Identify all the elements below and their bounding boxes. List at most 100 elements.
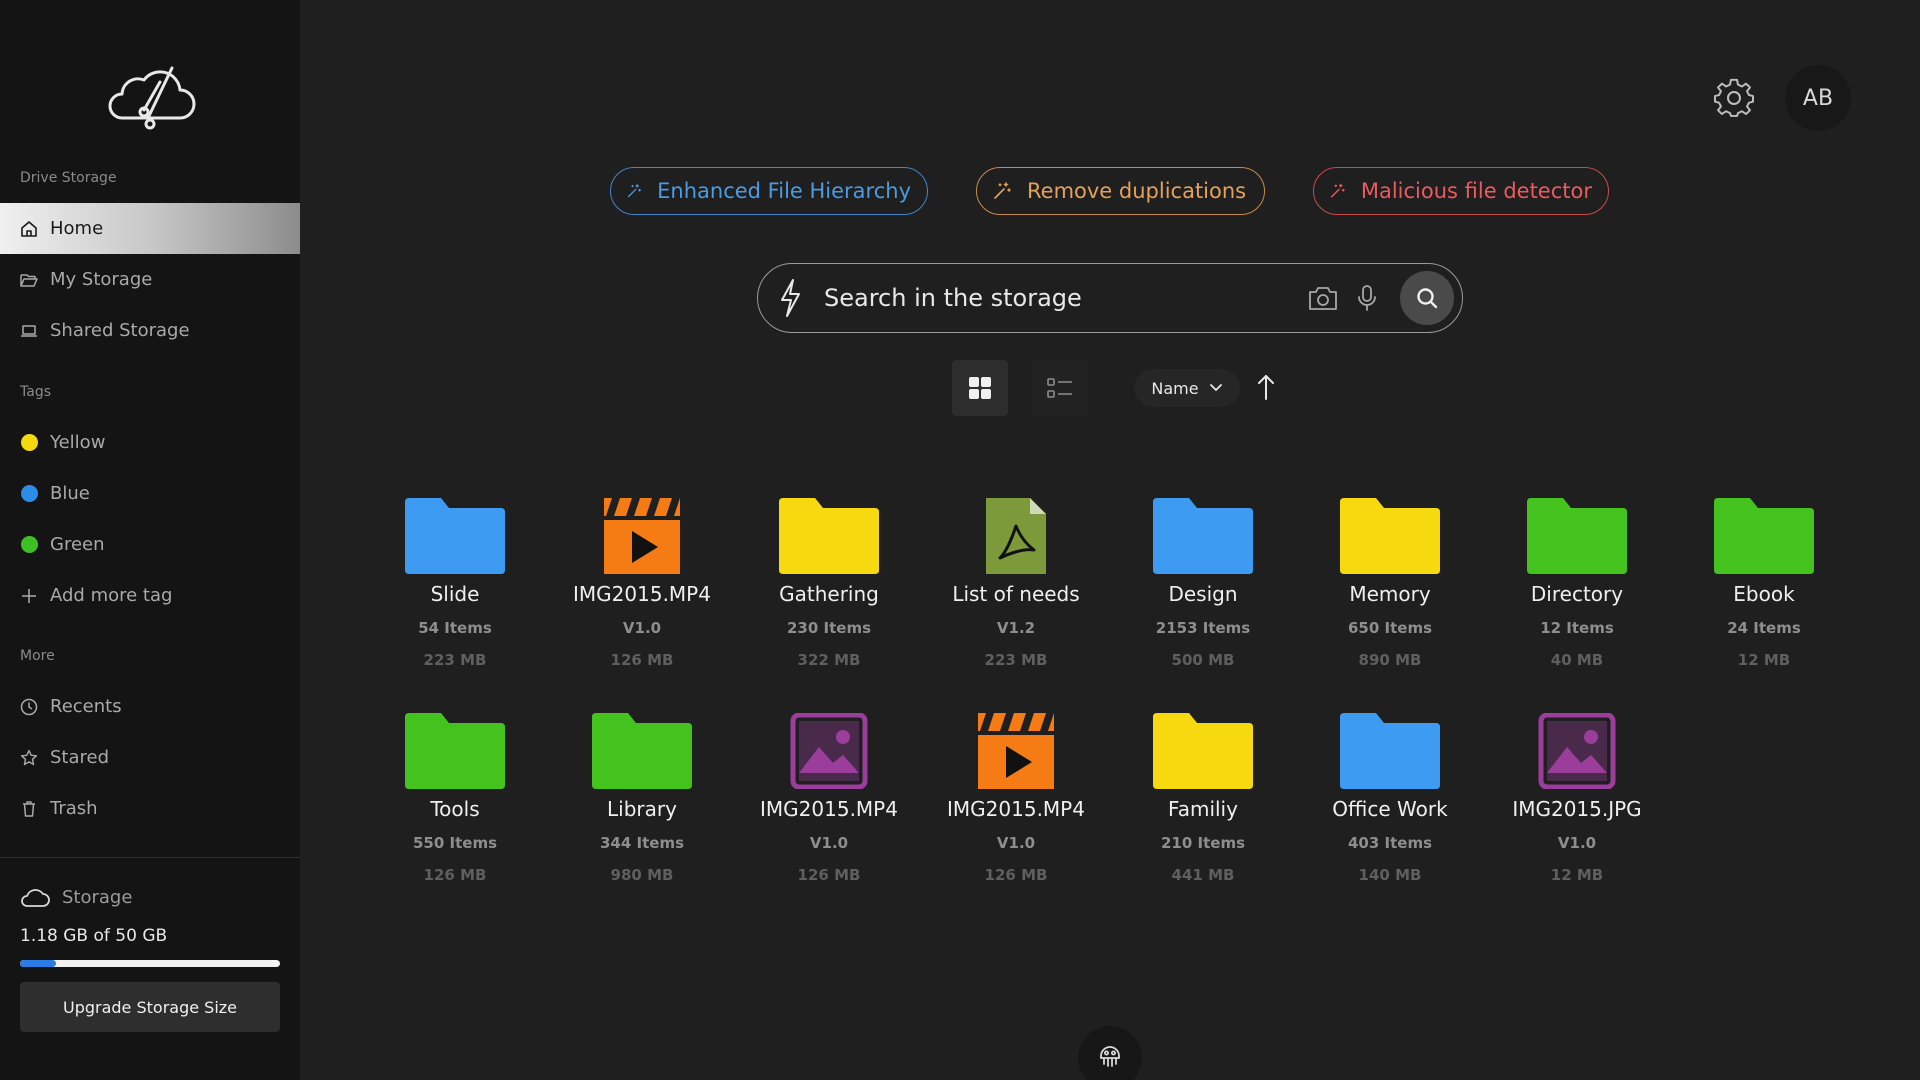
folder-icon — [1153, 498, 1253, 574]
file-meta-count: 54 Items — [418, 619, 492, 637]
file-meta-size: 890 MB — [1358, 651, 1422, 669]
file-item[interactable]: Tools 550 Items 126 MB — [369, 713, 541, 903]
folder-open-icon — [20, 271, 38, 289]
sidebar-item-my-storage[interactable]: My Storage — [0, 254, 300, 305]
add-tag-button[interactable]: Add more tag — [0, 570, 300, 621]
file-name: Tools — [430, 797, 480, 821]
remove-duplications-button[interactable]: Remove duplications — [976, 167, 1265, 215]
file-item[interactable]: Ebook 24 Items 12 MB — [1678, 498, 1850, 688]
list-view-button[interactable] — [1032, 360, 1088, 416]
file-item[interactable]: Slide 54 Items 223 MB — [369, 498, 541, 688]
folder-icon — [1527, 498, 1627, 574]
storage-section-title: Storage — [20, 886, 132, 908]
sidebar: Drive Storage Home My Storage Shared Sto… — [0, 0, 300, 1080]
enhanced-file-hierarchy-label: Enhanced File Hierarchy — [657, 179, 911, 203]
tag-label: Yellow — [50, 432, 106, 453]
enhanced-file-hierarchy-button[interactable]: Enhanced File Hierarchy — [610, 167, 928, 215]
sidebar-item-label: Home — [50, 218, 104, 239]
file-meta-count: 210 Items — [1160, 834, 1246, 852]
folder-icon — [1340, 713, 1440, 789]
folder-icon — [1714, 498, 1814, 574]
file-meta-count: V1.0 — [996, 834, 1036, 852]
file-meta-count: 650 Items — [1347, 619, 1433, 637]
folder-icon — [592, 713, 692, 789]
sidebar-item-label: Trash — [50, 798, 98, 819]
camera-icon[interactable] — [1308, 285, 1338, 311]
storage-usage-text: 1.18 GB of 50 GB — [20, 926, 168, 946]
star-icon — [20, 749, 38, 767]
tags-label: Tags — [20, 384, 51, 400]
tag-color-dot — [20, 485, 38, 502]
add-tag-label: Add more tag — [50, 585, 173, 606]
sidebar-item-shared-storage[interactable]: Shared Storage — [0, 305, 300, 356]
file-item[interactable]: Directory 12 Items 40 MB — [1491, 498, 1663, 688]
tag-item-yellow[interactable]: Yellow — [0, 417, 300, 468]
file-item[interactable]: List of needs V1.2 223 MB — [930, 498, 1102, 688]
image-file-icon — [779, 712, 879, 790]
sidebar-item-recents[interactable]: Recents — [0, 681, 300, 732]
grid-view-button[interactable] — [952, 360, 1008, 416]
file-meta-count: 2153 Items — [1155, 619, 1251, 637]
file-meta-size: 12 MB — [1550, 866, 1604, 884]
file-meta-count: 12 Items — [1540, 619, 1614, 637]
storage-progress-fill — [20, 960, 57, 967]
file-name: List of needs — [952, 582, 1080, 606]
sidebar-divider — [0, 857, 300, 858]
file-item[interactable]: IMG2015.MP4 V1.0 126 MB — [930, 713, 1102, 903]
file-name: Library — [607, 797, 677, 821]
file-item[interactable]: Library 344 Items 980 MB — [556, 713, 728, 903]
upgrade-storage-button[interactable]: Upgrade Storage Size — [20, 982, 280, 1032]
user-avatar[interactable]: AB — [1785, 65, 1851, 131]
file-item[interactable]: Gathering 230 Items 322 MB — [743, 498, 915, 688]
folder-icon — [1340, 498, 1440, 574]
grid-icon — [969, 377, 991, 399]
sidebar-item-label: Stared — [50, 747, 110, 768]
tag-color-dot — [20, 536, 38, 553]
file-meta-size: 12 MB — [1737, 651, 1791, 669]
file-item[interactable]: Memory 650 Items 890 MB — [1304, 498, 1476, 688]
file-name: Memory — [1349, 582, 1431, 606]
search-submit-button[interactable] — [1400, 271, 1454, 325]
malicious-file-detector-label: Malicious file detector — [1360, 179, 1592, 203]
sidebar-item-stared[interactable]: Stared — [0, 732, 300, 783]
malicious-file-detector-button[interactable]: Malicious file detector — [1313, 167, 1609, 215]
more-label: More — [20, 648, 55, 664]
search-input[interactable] — [824, 284, 1308, 312]
sidebar-item-label: Recents — [50, 696, 122, 717]
file-item[interactable]: Design 2153 Items 500 MB — [1117, 498, 1289, 688]
trash-icon — [20, 800, 38, 818]
file-meta-size: 126 MB — [984, 866, 1048, 884]
tag-item-blue[interactable]: Blue — [0, 468, 300, 519]
file-item[interactable]: Office Work 403 Items 140 MB — [1304, 713, 1476, 903]
assistant-button[interactable] — [1078, 1026, 1142, 1080]
file-name: IMG2015.MP4 — [760, 797, 898, 821]
folder-icon — [405, 713, 505, 789]
file-item[interactable]: IMG2015.MP4 V1.0 126 MB — [743, 712, 915, 903]
sidebar-item-home[interactable]: Home — [0, 203, 300, 254]
storage-title-label: Storage — [62, 886, 133, 908]
file-item[interactable]: IMG2015.MP4 V1.0 126 MB — [556, 498, 728, 688]
file-meta-count: 403 Items — [1347, 834, 1433, 852]
folder-icon — [405, 498, 505, 574]
file-meta-size: 500 MB — [1171, 651, 1235, 669]
tag-label: Green — [50, 534, 105, 555]
remove-duplications-label: Remove duplications — [1027, 179, 1247, 203]
lightning-bolt-icon[interactable] — [778, 278, 802, 318]
file-meta-size: 140 MB — [1358, 866, 1422, 884]
file-name: Ebook — [1733, 582, 1795, 606]
video-file-icon — [592, 498, 692, 574]
file-item[interactable]: Familiy 210 Items 441 MB — [1117, 713, 1289, 903]
storage-progress-bar — [20, 960, 280, 967]
sort-field-select[interactable]: Name — [1134, 369, 1240, 407]
sidebar-item-trash[interactable]: Trash — [0, 783, 300, 834]
file-item[interactable]: IMG2015.JPG V1.0 12 MB — [1491, 712, 1663, 903]
cloud-icon — [21, 889, 50, 907]
sort-ascending-arrow-icon[interactable] — [1256, 373, 1276, 401]
settings-gear-icon[interactable] — [1714, 78, 1754, 118]
file-meta-size: 322 MB — [797, 651, 861, 669]
file-meta-size: 980 MB — [610, 866, 674, 884]
tag-item-green[interactable]: Green — [0, 519, 300, 570]
file-meta-count: 344 Items — [599, 834, 685, 852]
cloud-logo-icon[interactable] — [100, 60, 200, 130]
microphone-icon[interactable] — [1356, 284, 1378, 312]
